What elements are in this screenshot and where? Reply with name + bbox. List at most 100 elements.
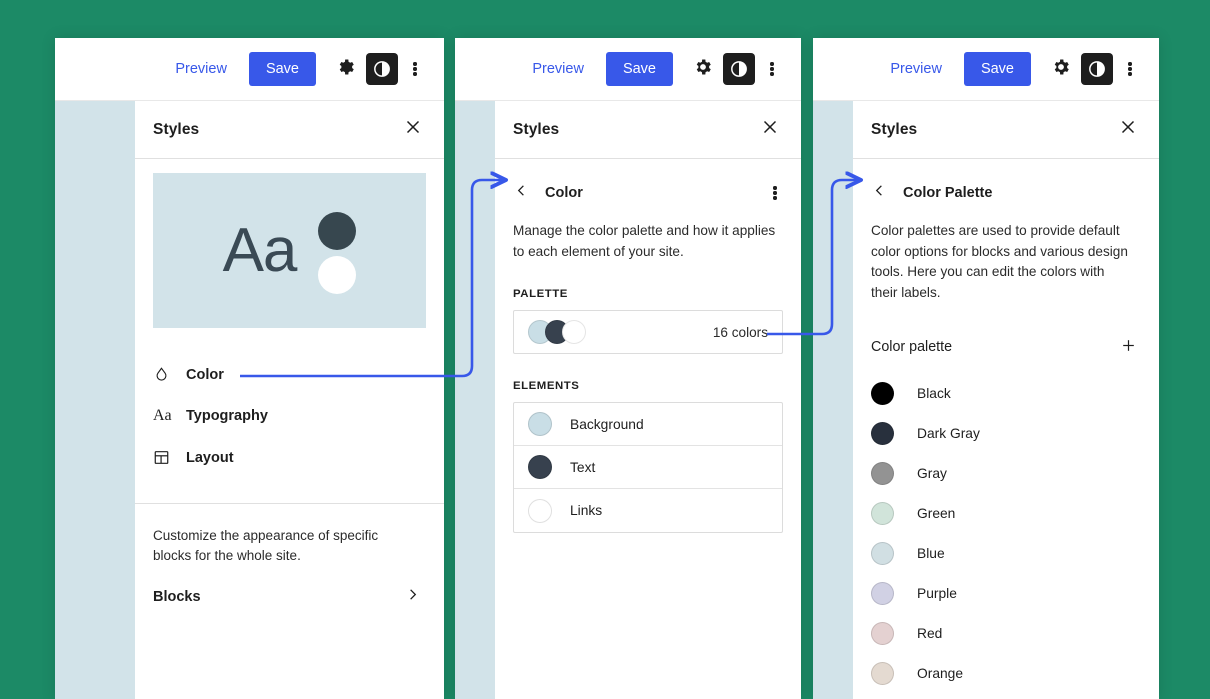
- element-label: Text: [570, 459, 596, 475]
- styles-panel-color: Preview Save Styles Color Manage the col…: [455, 38, 801, 699]
- palette-color-swatch: [871, 502, 894, 526]
- styles-toggle-button[interactable]: [365, 52, 399, 86]
- styles-inspector-primary: Styles Aa Color Aa Typography Layout Cus…: [135, 101, 444, 699]
- element-label: Links: [570, 503, 603, 519]
- back-button[interactable]: [865, 179, 893, 207]
- palette-color-swatch: [871, 462, 894, 486]
- palette-color-row[interactable]: Purple: [853, 574, 1159, 614]
- contrast-icon: [366, 53, 398, 85]
- layout-icon: [153, 449, 177, 466]
- close-button[interactable]: [755, 115, 785, 145]
- kebab-menu-icon: [770, 61, 774, 78]
- settings-button[interactable]: [1044, 52, 1078, 86]
- palette-color-row[interactable]: Orange: [853, 654, 1159, 694]
- settings-button[interactable]: [686, 52, 720, 86]
- preview-link[interactable]: Preview: [165, 55, 237, 83]
- close-icon: [405, 119, 421, 140]
- preview-link[interactable]: Preview: [522, 55, 594, 83]
- color-palette-heading: Color palette: [871, 338, 953, 355]
- save-button[interactable]: Save: [963, 52, 1031, 86]
- palette-color-label: Black: [917, 386, 951, 402]
- preview-dot-light: [318, 255, 357, 294]
- palette-color-row[interactable]: Blue: [853, 534, 1159, 574]
- preview-link[interactable]: Preview: [880, 55, 952, 83]
- more-menu-button[interactable]: [763, 176, 787, 210]
- palette-color-swatch: [871, 662, 894, 686]
- palette-box: 16 colors: [513, 310, 783, 355]
- palette-color-swatch: [871, 622, 894, 646]
- blocks-nav-row[interactable]: Blocks: [153, 587, 426, 607]
- gear-icon: [1051, 57, 1071, 82]
- close-button[interactable]: [398, 115, 428, 145]
- styles-nav-list: Color Aa Typography Layout: [135, 354, 444, 478]
- palette-color-swatch: [871, 382, 894, 406]
- page-title: Styles: [153, 120, 200, 138]
- styles-toggle-button[interactable]: [1080, 52, 1114, 86]
- droplet-icon: [153, 366, 177, 383]
- more-menu-button[interactable]: [759, 52, 785, 86]
- preview-sample-text: Aa: [222, 215, 298, 285]
- toolbar-primary: Preview Save: [55, 38, 444, 101]
- elements-list: Background Text Links: [513, 402, 783, 534]
- page-title: Styles: [871, 120, 918, 138]
- styles-inspector-color: Styles Color Manage the color palette an…: [495, 101, 801, 699]
- more-menu-button[interactable]: [1117, 52, 1143, 86]
- panel-body-color: Styles Color Manage the color palette an…: [455, 101, 801, 699]
- palette-color-label: Purple: [917, 586, 957, 602]
- sidebar-item-typography[interactable]: Aa Typography: [135, 395, 444, 437]
- style-preview-card[interactable]: Aa: [153, 173, 426, 328]
- nav-title: Color: [545, 185, 583, 201]
- palette-color-row[interactable]: Dark Gray: [853, 414, 1159, 454]
- element-label: Background: [570, 416, 644, 432]
- elements-section-label: ELEMENTS: [513, 380, 580, 393]
- palette-color-label: Gray: [917, 466, 947, 482]
- styles-inspector-color-palette: Styles Color Palette Color palettes are …: [853, 101, 1159, 699]
- element-color-swatch: [528, 498, 552, 523]
- gear-icon: [336, 57, 356, 82]
- site-canvas-preview: [55, 101, 135, 699]
- typography-icon: Aa: [153, 407, 172, 424]
- kebab-menu-icon: [413, 61, 417, 78]
- blocks-label: Blocks: [153, 589, 201, 606]
- color-palette-list: Black Dark Gray Gray Green Blue Purple Red Oran…: [853, 374, 1159, 694]
- color-description: Manage the color palette and how it appl…: [513, 223, 776, 259]
- toolbar-color: Preview Save: [455, 38, 801, 101]
- nav-title: Color Palette: [903, 185, 993, 201]
- preview-color-dots: [318, 211, 357, 294]
- more-menu-button[interactable]: [402, 52, 428, 86]
- back-button[interactable]: [507, 179, 535, 207]
- color-nav-header: Color: [495, 169, 801, 217]
- chevron-right-icon: [405, 587, 420, 607]
- element-color-swatch: [528, 455, 552, 480]
- palette-color-row[interactable]: Gray: [853, 454, 1159, 494]
- palette-color-count: 16 colors: [712, 324, 768, 340]
- sidebar-item-label: Typography: [186, 408, 268, 424]
- palette-section-label: PALETTE: [513, 288, 568, 301]
- color-palette-heading-row: Color palette: [853, 334, 1159, 360]
- save-button[interactable]: Save: [605, 52, 673, 86]
- palette-color-row[interactable]: Black: [853, 374, 1159, 414]
- sidebar-item-layout[interactable]: Layout: [135, 437, 444, 478]
- close-button[interactable]: [1113, 115, 1143, 145]
- chevron-left-icon: [872, 183, 887, 203]
- styles-header: Styles: [135, 101, 444, 159]
- settings-button[interactable]: [329, 52, 363, 86]
- chevron-left-icon: [514, 183, 529, 203]
- palette-color-row[interactable]: Red: [853, 614, 1159, 654]
- styles-toggle-button[interactable]: [722, 52, 756, 86]
- palette-color-swatch: [871, 542, 894, 566]
- save-button[interactable]: Save: [248, 52, 316, 86]
- element-row[interactable]: Text: [514, 446, 782, 490]
- element-row[interactable]: Links: [514, 489, 782, 532]
- blocks-section: Customize the appearance of specific blo…: [135, 504, 444, 607]
- palette-color-swatch: [871, 582, 894, 606]
- element-row[interactable]: Background: [514, 403, 782, 447]
- palette-row[interactable]: 16 colors: [514, 311, 782, 353]
- sidebar-item-color[interactable]: Color: [135, 354, 444, 395]
- sidebar-item-label: Layout: [186, 449, 234, 466]
- add-color-button[interactable]: [1115, 334, 1141, 360]
- panel-body-color-palette: Styles Color Palette Color palettes are …: [813, 101, 1159, 699]
- kebab-menu-icon: [1128, 61, 1132, 78]
- contrast-icon: [1081, 53, 1113, 85]
- palette-color-row[interactable]: Green: [853, 494, 1159, 534]
